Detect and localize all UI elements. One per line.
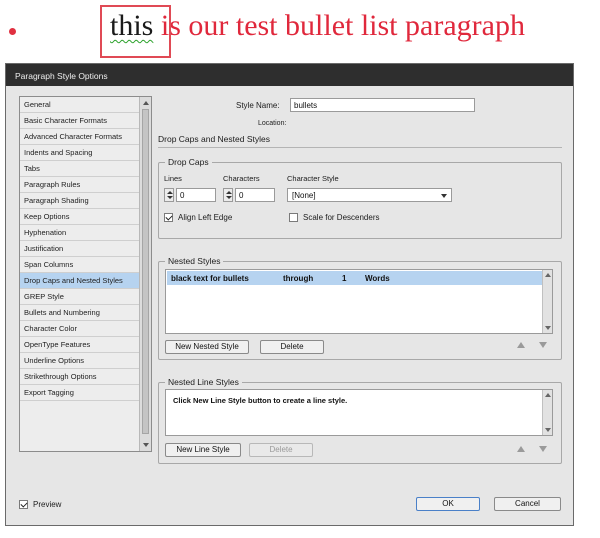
category-item[interactable]: General xyxy=(20,97,139,113)
nested-style-row[interactable]: black text for bullets through 1 Words xyxy=(167,271,542,285)
new-line-style-button[interactable]: New Line Style xyxy=(165,443,241,457)
lines-stepper[interactable] xyxy=(164,188,174,202)
document-paragraph[interactable]: this is our test bullet list paragraph xyxy=(110,9,525,43)
category-item[interactable]: Advanced Character Formats xyxy=(20,129,139,145)
category-item[interactable]: Underline Options xyxy=(20,353,139,369)
stepper-down-icon[interactable] xyxy=(226,196,232,199)
character-style-label: Character Style xyxy=(287,174,339,183)
category-list-scrollbar[interactable] xyxy=(139,97,151,451)
category-item[interactable]: Hyphenation xyxy=(20,225,139,241)
style-name-label: Style Name: xyxy=(236,101,280,110)
character-style-value: [None] xyxy=(292,191,316,200)
delete-nested-style-button[interactable]: Delete xyxy=(260,340,324,354)
dialog-title: Paragraph Style Options xyxy=(6,64,573,86)
category-item[interactable]: Indents and Spacing xyxy=(20,145,139,161)
scroll-up-icon[interactable] xyxy=(545,393,551,397)
category-item[interactable]: Tabs xyxy=(20,161,139,177)
nested-line-styles-group: Nested Line Styles Click New Line Style … xyxy=(158,377,562,464)
category-list[interactable]: General Basic Character Formats Advanced C… xyxy=(19,96,152,452)
character-style-select[interactable]: [None] xyxy=(287,188,452,202)
section-title: Drop Caps and Nested Styles xyxy=(158,134,270,144)
category-item[interactable]: Justification xyxy=(20,241,139,257)
lines-input[interactable]: 0 xyxy=(176,188,216,202)
section-divider xyxy=(158,147,562,148)
bullet-dot xyxy=(9,28,16,35)
nested-line-styles-scrollbar[interactable] xyxy=(542,390,552,435)
category-item[interactable]: Drop Caps and Nested Styles xyxy=(20,273,139,289)
align-left-edge-checkbox[interactable] xyxy=(164,213,173,222)
scale-descenders-checkbox[interactable] xyxy=(289,213,298,222)
delete-line-style-button[interactable]: Delete xyxy=(249,443,313,457)
drop-caps-group: Drop Caps Lines 0 Characters 0 Character… xyxy=(158,157,562,239)
category-item[interactable]: Bullets and Numbering xyxy=(20,305,139,321)
document-text-rest: is our test bullet list paragraph xyxy=(153,9,525,42)
characters-stepper[interactable] xyxy=(223,188,233,202)
nested-styles-group-label: Nested Styles xyxy=(165,256,224,266)
category-item[interactable]: Paragraph Shading xyxy=(20,193,139,209)
nested-style-unit[interactable]: Words xyxy=(365,274,390,283)
move-up-icon[interactable] xyxy=(517,342,525,348)
location-label: Location: xyxy=(258,120,287,127)
characters-input[interactable]: 0 xyxy=(235,188,275,202)
lines-label: Lines xyxy=(164,174,182,183)
nested-style-name[interactable]: black text for bullets xyxy=(171,274,249,283)
drop-caps-group-label: Drop Caps xyxy=(165,157,212,167)
category-item[interactable]: Keep Options xyxy=(20,209,139,225)
nested-style-mode[interactable]: through xyxy=(283,274,313,283)
stepper-up-icon[interactable] xyxy=(226,191,232,194)
nested-styles-scrollbar[interactable] xyxy=(542,270,552,333)
category-item[interactable]: Paragraph Rules xyxy=(20,177,139,193)
nested-style-count[interactable]: 1 xyxy=(342,274,346,283)
scale-descenders-label: Scale for Descenders xyxy=(303,213,380,222)
category-item[interactable]: Character Color xyxy=(20,321,139,337)
stepper-up-icon[interactable] xyxy=(167,191,173,194)
nested-styles-group: Nested Styles black text for bullets thr… xyxy=(158,256,562,360)
nested-line-styles-group-label: Nested Line Styles xyxy=(165,377,242,387)
category-item[interactable]: Basic Character Formats xyxy=(20,113,139,129)
highlight-box xyxy=(100,5,171,58)
category-item[interactable]: Strikethrough Options xyxy=(20,369,139,385)
characters-label: Characters xyxy=(223,174,260,183)
scroll-down-icon[interactable] xyxy=(545,428,551,432)
category-items: General Basic Character Formats Advanced C… xyxy=(20,97,139,401)
category-item[interactable]: OpenType Features xyxy=(20,337,139,353)
preview-label: Preview xyxy=(33,500,62,509)
ok-button[interactable]: OK xyxy=(416,497,480,511)
paragraph-style-options-dialog: Paragraph Style Options General Basic Cha… xyxy=(5,63,574,526)
align-left-edge-label: Align Left Edge xyxy=(178,213,233,222)
move-up-icon[interactable] xyxy=(517,446,525,452)
scroll-thumb[interactable] xyxy=(142,109,149,434)
cancel-button[interactable]: Cancel xyxy=(494,497,561,511)
preview-checkbox[interactable] xyxy=(19,500,28,509)
category-item[interactable]: Export Tagging xyxy=(20,385,139,401)
move-down-icon[interactable] xyxy=(539,342,547,348)
category-item[interactable]: Span Columns xyxy=(20,257,139,273)
nested-line-styles-hint: Click New Line Style button to create a … xyxy=(173,396,348,405)
move-down-icon[interactable] xyxy=(539,446,547,452)
chevron-down-icon xyxy=(441,194,447,198)
scroll-up-icon[interactable] xyxy=(545,273,551,277)
style-name-input[interactable]: bullets xyxy=(290,98,475,112)
nested-styles-list[interactable]: black text for bullets through 1 Words xyxy=(165,269,553,334)
category-item[interactable]: GREP Style xyxy=(20,289,139,305)
new-nested-style-button[interactable]: New Nested Style xyxy=(165,340,249,354)
scroll-down-icon[interactable] xyxy=(143,443,149,447)
scroll-down-icon[interactable] xyxy=(545,326,551,330)
stepper-down-icon[interactable] xyxy=(167,196,173,199)
scroll-up-icon[interactable] xyxy=(143,101,149,105)
nested-line-styles-list[interactable]: Click New Line Style button to create a … xyxy=(165,389,553,436)
